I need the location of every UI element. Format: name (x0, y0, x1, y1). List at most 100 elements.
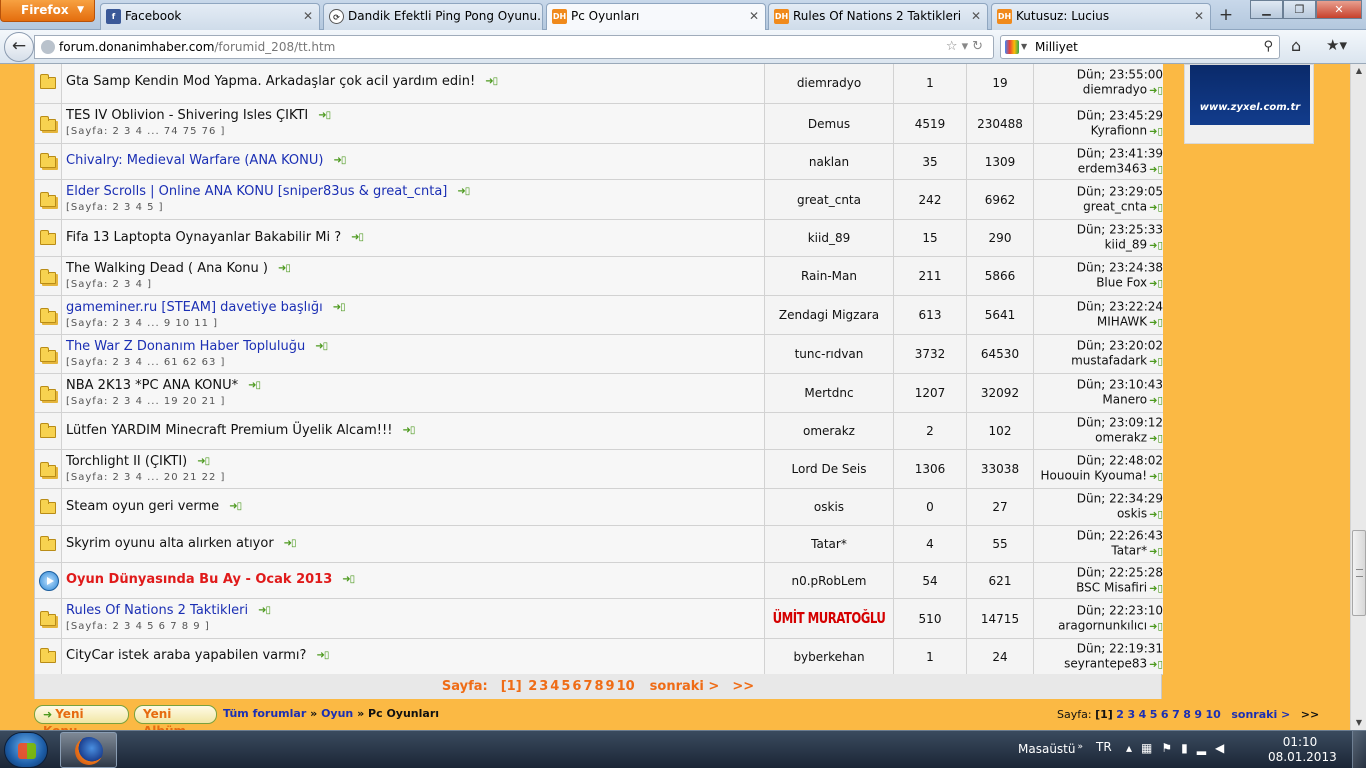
topic-page-links[interactable]: [Sayfa: 2 3 4 ... 19 20 21 ] (66, 396, 225, 407)
clock[interactable]: 01:10 08.01.2013 (1268, 735, 1337, 765)
topic-author[interactable]: oskis (814, 500, 844, 514)
reload-icon[interactable]: ↻ (972, 39, 987, 54)
side-advertisement[interactable]: www.zyxel.com.tr (1184, 64, 1314, 144)
go-to-last-post-icon[interactable]: ➜▯ (1149, 583, 1163, 594)
scrollbar-thumb[interactable] (1352, 530, 1366, 616)
last-post-user[interactable]: mustafadark (1071, 354, 1147, 368)
network-icon[interactable]: ▦ (1141, 741, 1161, 755)
topic-author[interactable]: Mertdnc (804, 386, 853, 400)
language-indicator[interactable]: TR (1096, 740, 1112, 754)
pager-page-link[interactable]: 6 (1161, 708, 1169, 721)
ad-banner[interactable]: www.zyxel.com.tr (1190, 65, 1310, 125)
go-to-last-post-icon[interactable]: ➜▯ (1149, 547, 1163, 558)
go-to-last-post-icon[interactable]: ➜▯ (315, 341, 328, 352)
topic-row[interactable]: Chivalry: Medieval Warfare (ANA KONU) ➜▯ n… (35, 144, 1163, 180)
new-album-button[interactable]: Yeni Albüm (134, 705, 217, 730)
topic-row[interactable]: CityCar istek araba yapabilen varmı? ➜▯ by… (35, 639, 1163, 675)
scroll-down-arrow[interactable]: ▼ (1351, 716, 1366, 730)
close-icon[interactable]: ✕ (303, 4, 313, 28)
pager-page-link[interactable]: 7 (583, 679, 592, 694)
topic-author[interactable]: n0.pRobLem (792, 574, 867, 588)
action-center-flag-icon[interactable]: ⚑ (1161, 741, 1181, 755)
last-post-user[interactable]: diemradyo (1083, 82, 1147, 96)
pager-page-link[interactable]: 9 (1194, 708, 1202, 721)
signal-icon[interactable]: ▂ (1197, 741, 1215, 755)
topic-author[interactable]: tunc-rıdvan (795, 347, 864, 361)
topic-title-link[interactable]: gameminer.ru [STEAM] davetiye başlığı (66, 300, 323, 315)
tab-facebook[interactable]: f Facebook ✕ (100, 3, 320, 30)
last-post-user[interactable]: aragornunkılıcı (1058, 618, 1147, 632)
last-post-user[interactable]: omerakz (1095, 431, 1147, 445)
topic-title-link[interactable]: Steam oyun geri verme (66, 499, 219, 514)
pager-page-link[interactable]: 7 (1172, 708, 1180, 721)
topic-row[interactable]: gameminer.ru [STEAM] davetiye başlığı ➜▯ [… (35, 296, 1163, 335)
pager-page-link[interactable]: 10 (617, 679, 635, 694)
topic-row[interactable]: Torchlight II (ÇIKTI) ➜▯ [Sayfa: 2 3 4 ...… (35, 450, 1163, 489)
pager-last-link[interactable]: >> (1301, 708, 1319, 721)
go-to-last-post-icon[interactable]: ➜▯ (1149, 472, 1163, 483)
go-to-last-post-icon[interactable]: ➜▯ (1149, 279, 1163, 290)
topic-page-links[interactable]: [Sayfa: 2 3 4 ... 61 62 63 ] (66, 357, 225, 368)
topic-page-links[interactable]: [Sayfa: 2 3 4 5 6 7 8 9 ] (66, 621, 210, 632)
topic-author[interactable]: Demus (808, 117, 850, 131)
topic-title-link[interactable]: Oyun Dünyasında Bu Ay - Ocak 2013 (66, 572, 332, 587)
go-to-last-post-icon[interactable]: ➜▯ (402, 425, 415, 436)
show-hidden-icons-icon[interactable]: ▴ (1126, 741, 1141, 755)
topic-title-link[interactable]: The War Z Donanım Haber Topluluğu (66, 339, 305, 354)
last-post-user[interactable]: oskis (1117, 507, 1147, 521)
last-post-user[interactable]: Blue Fox (1096, 276, 1147, 290)
go-to-last-post-icon[interactable]: ➜▯ (1149, 396, 1163, 407)
topic-row[interactable]: The Walking Dead ( Ana Konu ) ➜▯ [Sayfa: 2… (35, 257, 1163, 296)
go-to-last-post-icon[interactable]: ➜▯ (1149, 318, 1163, 329)
topic-title-link[interactable]: TES IV Oblivion - Shivering Isles ÇIKTI (66, 108, 308, 123)
last-post-user[interactable]: kiid_89 (1105, 238, 1148, 252)
go-to-last-post-icon[interactable]: ➜▯ (333, 155, 346, 166)
vertical-scrollbar[interactable]: ▲ ▼ (1350, 64, 1366, 730)
topic-author[interactable]: diemradyo (797, 76, 861, 90)
battery-icon[interactable]: ▮ (1181, 741, 1197, 755)
pager-page-link[interactable]: 4 (550, 679, 559, 694)
last-post-user[interactable]: seyrantepe83 (1064, 656, 1147, 670)
back-button[interactable]: ← (4, 32, 34, 62)
topic-title-link[interactable]: The Walking Dead ( Ana Konu ) (66, 261, 268, 276)
go-to-last-post-icon[interactable]: ➜▯ (1149, 659, 1163, 670)
pager-page-link[interactable]: 3 (1127, 708, 1135, 721)
pager-next-link[interactable]: sonraki > (1231, 708, 1290, 721)
topic-row[interactable]: Skyrim oyunu alta alırken atıyor ➜▯ Tatar*… (35, 526, 1163, 563)
search-bar[interactable]: ▼ Milliyet ⚲ (1000, 35, 1280, 59)
go-to-last-post-icon[interactable]: ➜▯ (278, 263, 291, 274)
pager-page-link[interactable]: 9 (606, 679, 615, 694)
go-to-last-post-icon[interactable]: ➜▯ (248, 380, 261, 391)
go-to-last-post-icon[interactable]: ➜▯ (1149, 126, 1163, 137)
topic-title-link[interactable]: Lütfen YARDIM Minecraft Premium Üyelik A… (66, 423, 392, 438)
topic-row[interactable]: Fifa 13 Laptopta Oynayanlar Bakabilir Mi… (35, 220, 1163, 257)
chevron-down-icon[interactable]: ▼ (1021, 36, 1027, 58)
go-to-last-post-icon[interactable]: ➜▯ (284, 538, 297, 549)
close-icon[interactable]: ✕ (971, 4, 981, 28)
tab-pc-oyunlari[interactable]: DH Pc Oyunları ✕ (546, 3, 766, 31)
pager-page-link[interactable]: 10 (1206, 708, 1221, 721)
start-button[interactable] (4, 732, 48, 768)
close-icon[interactable]: ✕ (1194, 4, 1204, 28)
topic-author[interactable]: byberkehan (793, 650, 864, 664)
last-post-user[interactable]: Tatar* (1111, 544, 1147, 558)
topic-row[interactable]: Lütfen YARDIM Minecraft Premium Üyelik A… (35, 413, 1163, 450)
new-topic-button[interactable]: ➜Yeni Konu (34, 705, 129, 730)
go-to-last-post-icon[interactable]: ➜▯ (229, 501, 242, 512)
tab-kutusuz[interactable]: DH Kutusuz: Lucius ✕ (991, 3, 1211, 30)
close-window-button[interactable]: ✕ (1316, 0, 1362, 19)
topic-author[interactable]: great_cnta (797, 193, 861, 207)
history-dropdown-icon[interactable]: ▾ (962, 39, 973, 54)
tab-ping-pong[interactable]: ⟳ Dandik Efektli Ping Pong Oyunu... (323, 3, 543, 30)
scroll-up-arrow[interactable]: ▲ (1351, 64, 1366, 78)
topic-author[interactable]: Tatar* (811, 537, 847, 551)
topic-row[interactable]: TES IV Oblivion - Shivering Isles ÇIKTI ➜… (35, 104, 1163, 144)
topic-row[interactable]: Steam oyun geri verme ➜▯ oskis 0 27 Dün; 22:3… (35, 489, 1163, 526)
close-icon[interactable]: ✕ (749, 4, 759, 28)
breadcrumb-link-all-forums[interactable]: Tüm forumlar (223, 707, 306, 720)
topic-title-link[interactable]: Chivalry: Medieval Warfare (ANA KONU) (66, 153, 323, 168)
topic-author[interactable]: naklan (809, 155, 849, 169)
volume-icon[interactable]: ◀ (1215, 741, 1233, 755)
last-post-user[interactable]: MIHAWK (1097, 315, 1147, 329)
topic-title-link[interactable]: Torchlight II (ÇIKTI) (66, 454, 187, 469)
